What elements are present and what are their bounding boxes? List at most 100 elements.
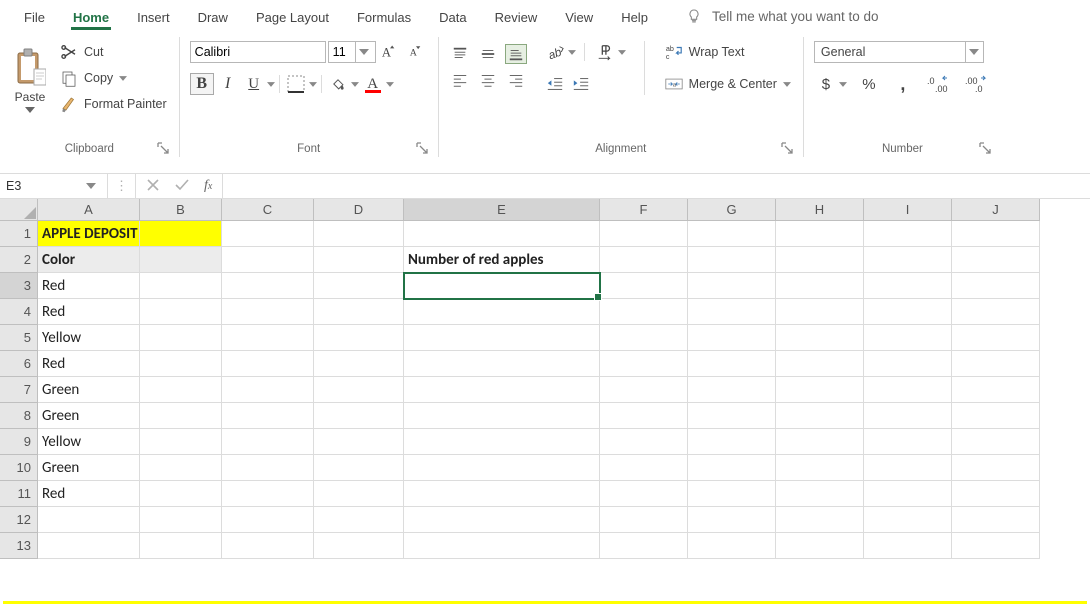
col-header-C[interactable]: C [222, 199, 314, 221]
cell-E3[interactable] [404, 273, 600, 299]
name-box-input[interactable] [0, 179, 80, 193]
cell-H13[interactable] [776, 533, 864, 559]
cell-F9[interactable] [600, 429, 688, 455]
align-top-button[interactable] [449, 44, 471, 64]
cell-I12[interactable] [864, 507, 952, 533]
copy-button[interactable]: Copy [58, 67, 169, 89]
menu-tab-data[interactable]: Data [425, 4, 480, 29]
cell-D4[interactable] [314, 299, 404, 325]
cell-F2[interactable] [600, 247, 688, 273]
cell-H6[interactable] [776, 351, 864, 377]
cell-B2[interactable] [140, 247, 222, 273]
underline-button[interactable]: U [242, 73, 266, 95]
col-header-F[interactable]: F [600, 199, 688, 221]
row-header-1[interactable]: 1 [0, 221, 38, 247]
cell-J10[interactable] [952, 455, 1040, 481]
cell-B6[interactable] [140, 351, 222, 377]
cell-E8[interactable] [404, 403, 600, 429]
cell-D10[interactable] [314, 455, 404, 481]
cell-I9[interactable] [864, 429, 952, 455]
font-color-button[interactable]: A [361, 73, 385, 95]
cell-J9[interactable] [952, 429, 1040, 455]
cell-G9[interactable] [688, 429, 776, 455]
cell-H8[interactable] [776, 403, 864, 429]
insert-function-icon[interactable]: fx [204, 178, 212, 194]
col-header-B[interactable]: B [140, 199, 222, 221]
row-header-5[interactable]: 5 [0, 325, 38, 351]
comma-style-button[interactable]: , [891, 73, 915, 95]
row-header-7[interactable]: 7 [0, 377, 38, 403]
cell-H2[interactable] [776, 247, 864, 273]
name-box[interactable] [0, 174, 108, 198]
menu-tab-formulas[interactable]: Formulas [343, 4, 425, 29]
cell-E11[interactable] [404, 481, 600, 507]
cell-E4[interactable] [404, 299, 600, 325]
decrease-decimal-button[interactable] [963, 73, 991, 95]
cell-G6[interactable] [688, 351, 776, 377]
cell-C9[interactable] [222, 429, 314, 455]
cell-J5[interactable] [952, 325, 1040, 351]
cell-H5[interactable] [776, 325, 864, 351]
row-header-8[interactable]: 8 [0, 403, 38, 429]
cell-C10[interactable] [222, 455, 314, 481]
cell-E1[interactable] [404, 221, 600, 247]
increase-decimal-button[interactable] [925, 73, 953, 95]
cell-D7[interactable] [314, 377, 404, 403]
cell-D1[interactable] [314, 221, 404, 247]
cell-A12[interactable] [38, 507, 140, 533]
cell-C12[interactable] [222, 507, 314, 533]
format-painter-button[interactable]: Format Painter [58, 93, 169, 115]
underline-caret-icon[interactable] [267, 82, 275, 87]
currency-caret-icon[interactable] [839, 82, 847, 87]
paste-caret-icon[interactable] [25, 107, 35, 113]
row-header-10[interactable]: 10 [0, 455, 38, 481]
menu-tab-review[interactable]: Review [481, 4, 552, 29]
cell-E9[interactable] [404, 429, 600, 455]
cell-A8[interactable]: Green [38, 403, 140, 429]
select-all-corner[interactable] [0, 199, 38, 221]
cell-F11[interactable] [600, 481, 688, 507]
cell-F1[interactable] [600, 221, 688, 247]
formula-split-icon[interactable]: ⋮ [108, 174, 136, 198]
cell-B4[interactable] [140, 299, 222, 325]
currency-button[interactable]: $ [814, 73, 838, 95]
cell-F10[interactable] [600, 455, 688, 481]
decrease-indent-button[interactable] [543, 73, 567, 95]
cell-I7[interactable] [864, 377, 952, 403]
cell-F3[interactable] [600, 273, 688, 299]
cell-B13[interactable] [140, 533, 222, 559]
cell-G12[interactable] [688, 507, 776, 533]
col-header-G[interactable]: G [688, 199, 776, 221]
cell-C4[interactable] [222, 299, 314, 325]
col-header-J[interactable]: J [952, 199, 1040, 221]
cell-J4[interactable] [952, 299, 1040, 325]
border-button[interactable] [284, 73, 308, 95]
cell-J12[interactable] [952, 507, 1040, 533]
menu-tab-help[interactable]: Help [607, 4, 662, 29]
align-left-button[interactable] [449, 70, 471, 90]
bold-button[interactable]: B [190, 73, 214, 95]
row-header-12[interactable]: 12 [0, 507, 38, 533]
wrap-text-button[interactable]: Wrap Text [663, 41, 793, 63]
cell-F13[interactable] [600, 533, 688, 559]
col-header-A[interactable]: A [38, 199, 140, 221]
align-middle-button[interactable] [477, 44, 499, 64]
cell-J11[interactable] [952, 481, 1040, 507]
cell-B3[interactable] [140, 273, 222, 299]
cell-F7[interactable] [600, 377, 688, 403]
copy-caret-icon[interactable] [119, 76, 127, 81]
font-launcher-icon[interactable] [416, 142, 428, 154]
increase-font-icon[interactable] [378, 41, 402, 63]
cell-F4[interactable] [600, 299, 688, 325]
cell-H3[interactable] [776, 273, 864, 299]
cell-H12[interactable] [776, 507, 864, 533]
cell-G7[interactable] [688, 377, 776, 403]
row-header-13[interactable]: 13 [0, 533, 38, 559]
cell-D8[interactable] [314, 403, 404, 429]
font-size-caret-icon[interactable] [355, 42, 373, 62]
cell-E6[interactable] [404, 351, 600, 377]
cell-F5[interactable] [600, 325, 688, 351]
cell-B10[interactable] [140, 455, 222, 481]
cell-I11[interactable] [864, 481, 952, 507]
cell-B9[interactable] [140, 429, 222, 455]
